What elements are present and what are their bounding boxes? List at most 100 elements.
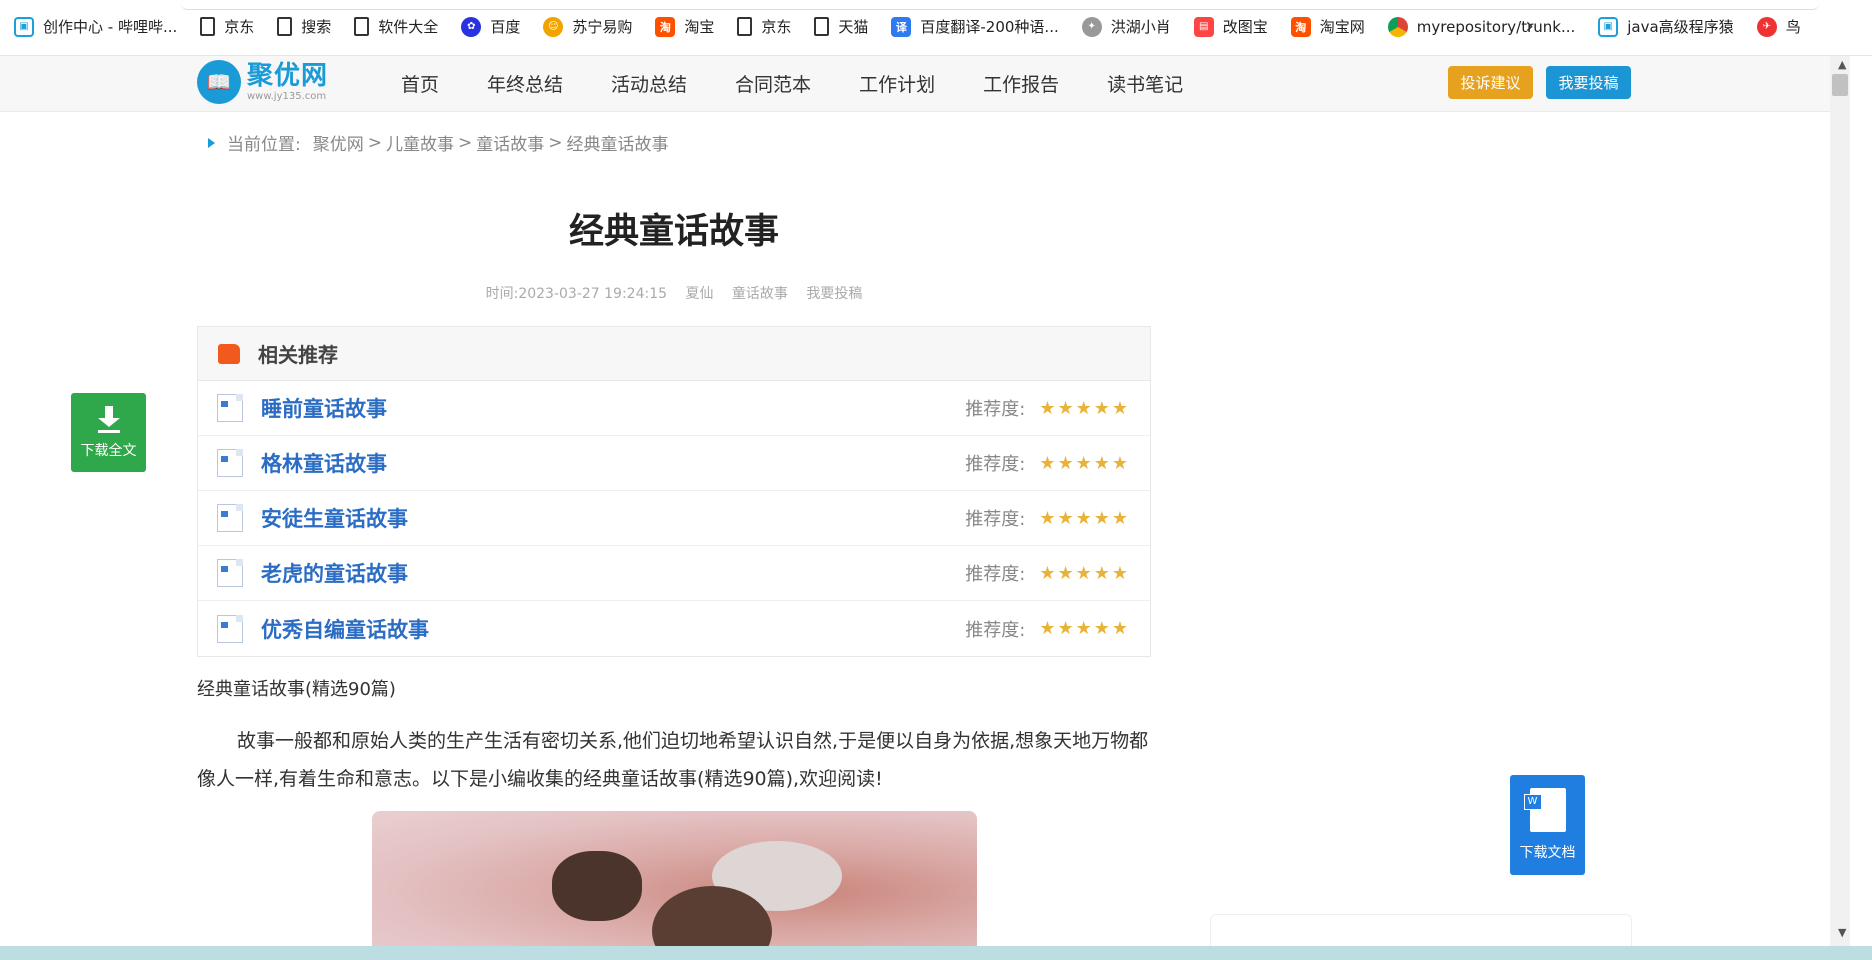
word-doc-icon [217, 394, 243, 422]
document-icon [277, 17, 293, 36]
star-rating: ★★★★★ [1039, 507, 1130, 529]
suning-icon: ☺ [543, 16, 564, 37]
star-rating: ★★★★★ [1039, 397, 1130, 419]
nav-activity-summary[interactable]: 活动总结 [611, 70, 687, 97]
nav-reading-notes[interactable]: 读书笔记 [1107, 70, 1183, 97]
star-rating: ★★★★★ [1039, 618, 1130, 639]
recommend-link[interactable]: 格林童话故事 [261, 448, 387, 478]
taobao-icon: 淘 [655, 16, 676, 37]
bookmark-item[interactable]: ✦ 洪湖小肖 [1081, 16, 1171, 37]
site-header: 📖 聚优网 www.jy135.com 首页 年终总结 活动总结 合同范本 工作… [0, 56, 1830, 112]
list-item: 优秀自编童话故事 推荐度: ★★★★★ [198, 601, 1150, 656]
bookmark-item[interactable]: ▤ 改图宝 [1193, 16, 1268, 37]
baidu-icon: ✿ [461, 16, 482, 37]
bilibili-icon: ▣ [1598, 16, 1619, 37]
article-meta: 时间:2023-03-27 19:24:15 夏仙 童话故事 我要投稿 [197, 283, 1151, 303]
download-doc-label: 下载文档 [1519, 845, 1576, 861]
meta-time: 时间:2023-03-27 19:24:15 [485, 286, 668, 302]
bookmark-item[interactable]: 淘淘宝网 [1290, 16, 1365, 37]
recommend-header: 相关推荐 [198, 327, 1150, 381]
meta-submit-link[interactable]: 我要投稿 [806, 286, 862, 302]
bookmark-item[interactable]: 京东 [737, 16, 791, 37]
taobao-icon: 淘 [1290, 16, 1311, 37]
breadcrumb-link-fairy-tales[interactable]: 童话故事 [476, 130, 544, 155]
thumbs-up-icon [218, 343, 240, 364]
chrome-icon [1387, 16, 1408, 37]
logo-title: 聚优网 [247, 61, 329, 91]
nav-contract-templates[interactable]: 合同范本 [735, 70, 811, 97]
bookmark-item[interactable]: ▣ java高级程序猿 [1598, 16, 1734, 37]
taskbar-edge [0, 946, 1872, 960]
download-full-label: 下载全文 [80, 442, 137, 459]
word-doc-icon [217, 559, 243, 587]
score-label: 推荐度: [965, 619, 1026, 641]
translate-icon: 译 [891, 16, 912, 37]
recommend-heading: 相关推荐 [258, 343, 338, 367]
word-doc-icon [217, 614, 243, 643]
word-doc-icon [217, 504, 243, 532]
bird-icon: ✈ [1756, 16, 1777, 37]
recommend-link[interactable]: 优秀自编童话故事 [261, 614, 429, 644]
nav-year-end-summary[interactable]: 年终总结 [487, 70, 563, 97]
scrollbar[interactable] [1830, 56, 1850, 946]
recommend-link[interactable]: 老虎的童话故事 [261, 558, 408, 588]
site-logo[interactable]: 📖 聚优网 www.jy135.com [197, 60, 328, 104]
bookmarks-bar: ▣ 创作中心 - 哔哩哔... 京东 搜索 软件大全 ✿ 百度 ☺ 苏宁易购 淘淘宝 … [0, 0, 1872, 56]
bookmark-item[interactable]: 软件大全 [354, 16, 438, 37]
document-icon [737, 17, 753, 36]
meta-author[interactable]: 夏仙 [685, 286, 713, 302]
download-icon [97, 405, 120, 434]
submit-article-button[interactable]: 我要投稿 [1546, 66, 1631, 99]
scrollbar-thumb[interactable] [1832, 74, 1848, 96]
article-subheading: 经典童话故事(精选90篇) [197, 679, 396, 700]
bird-icon: ✦ [1081, 16, 1102, 37]
document-icon [200, 17, 216, 36]
bookmark-item[interactable]: ▣ 创作中心 - 哔哩哔... [14, 16, 177, 37]
scroll-down-icon[interactable]: ▼ [1838, 926, 1846, 939]
page-title: 经典童话故事 [568, 212, 779, 252]
bookmark-item[interactable]: 译百度翻译-200种语... [891, 16, 1059, 37]
score-label: 推荐度: [965, 564, 1026, 585]
breadcrumb-link-home[interactable]: 聚优网 [313, 130, 364, 155]
document-icon [354, 17, 370, 36]
bookmarks-list: ▣ 创作中心 - 哔哩哔... 京东 搜索 软件大全 ✿ 百度 ☺ 苏宁易购 淘淘宝 … [14, 16, 1824, 37]
breadcrumb: 当前位置: 聚优网 > 儿童故事 > 童话故事 > 经典童话故事 [208, 130, 668, 155]
recommend-link[interactable]: 睡前童话故事 [261, 393, 387, 423]
word-doc-icon [1523, 788, 1566, 832]
score-label: 推荐度: [965, 509, 1026, 530]
address-bar-edge [180, 0, 1820, 10]
bookmark-item[interactable]: 淘淘宝 [655, 16, 714, 37]
bookmark-item[interactable]: 京东 [200, 16, 254, 37]
logo-url: www.jy135.com [247, 91, 327, 102]
meta-category[interactable]: 童话故事 [732, 286, 788, 302]
score-label: 推荐度: [965, 399, 1026, 420]
bookmark-item[interactable]: 搜索 [277, 16, 331, 37]
nav-home[interactable]: 首页 [401, 70, 439, 97]
article-paragraph: 故事一般都和原始人类的生产生活有密切关系,他们迫切地希望认识自然,于是便以自身为… [197, 730, 1149, 790]
star-rating: ★★★★★ [1039, 452, 1130, 474]
nav-work-report[interactable]: 工作报告 [983, 70, 1059, 97]
scroll-up-icon[interactable]: ▲ [1838, 58, 1846, 71]
breadcrumb-current: 经典童话故事 [566, 135, 669, 155]
nav-work-plan[interactable]: 工作计划 [859, 70, 935, 97]
bookmark-item[interactable]: 天猫 [814, 16, 868, 37]
complain-button[interactable]: 投诉建议 [1448, 66, 1533, 99]
breadcrumb-link-children-stories[interactable]: 儿童故事 [386, 130, 454, 155]
recommend-link[interactable]: 安徒生童话故事 [261, 503, 408, 533]
related-recommendations: 相关推荐 睡前童话故事 推荐度: ★★★★★ 格林童话故事 推荐度: ★★★★★… [197, 326, 1151, 657]
download-full-button[interactable]: 下载全文 [71, 393, 146, 472]
document-icon [814, 17, 830, 36]
chevron-right-icon[interactable]: › [1525, 14, 1534, 39]
download-doc-button[interactable]: 下载文档 [1510, 775, 1585, 875]
book-icon: 📖 [197, 60, 241, 104]
bilibili-icon: ▣ [14, 16, 34, 37]
article-image [372, 811, 977, 946]
gaitubao-icon: ▤ [1193, 16, 1214, 37]
bookmark-item[interactable]: myrepository/trunk... [1387, 16, 1575, 37]
bookmark-item[interactable]: ✈ 鸟 [1756, 16, 1801, 37]
bookmark-item[interactable]: ✿ 百度 [461, 16, 520, 37]
list-item: 睡前童话故事 推荐度: ★★★★★ [198, 381, 1150, 436]
list-item: 格林童话故事 推荐度: ★★★★★ [198, 436, 1150, 491]
bookmark-item[interactable]: ☺ 苏宁易购 [543, 16, 632, 37]
list-item: 安徒生童话故事 推荐度: ★★★★★ [198, 491, 1150, 546]
